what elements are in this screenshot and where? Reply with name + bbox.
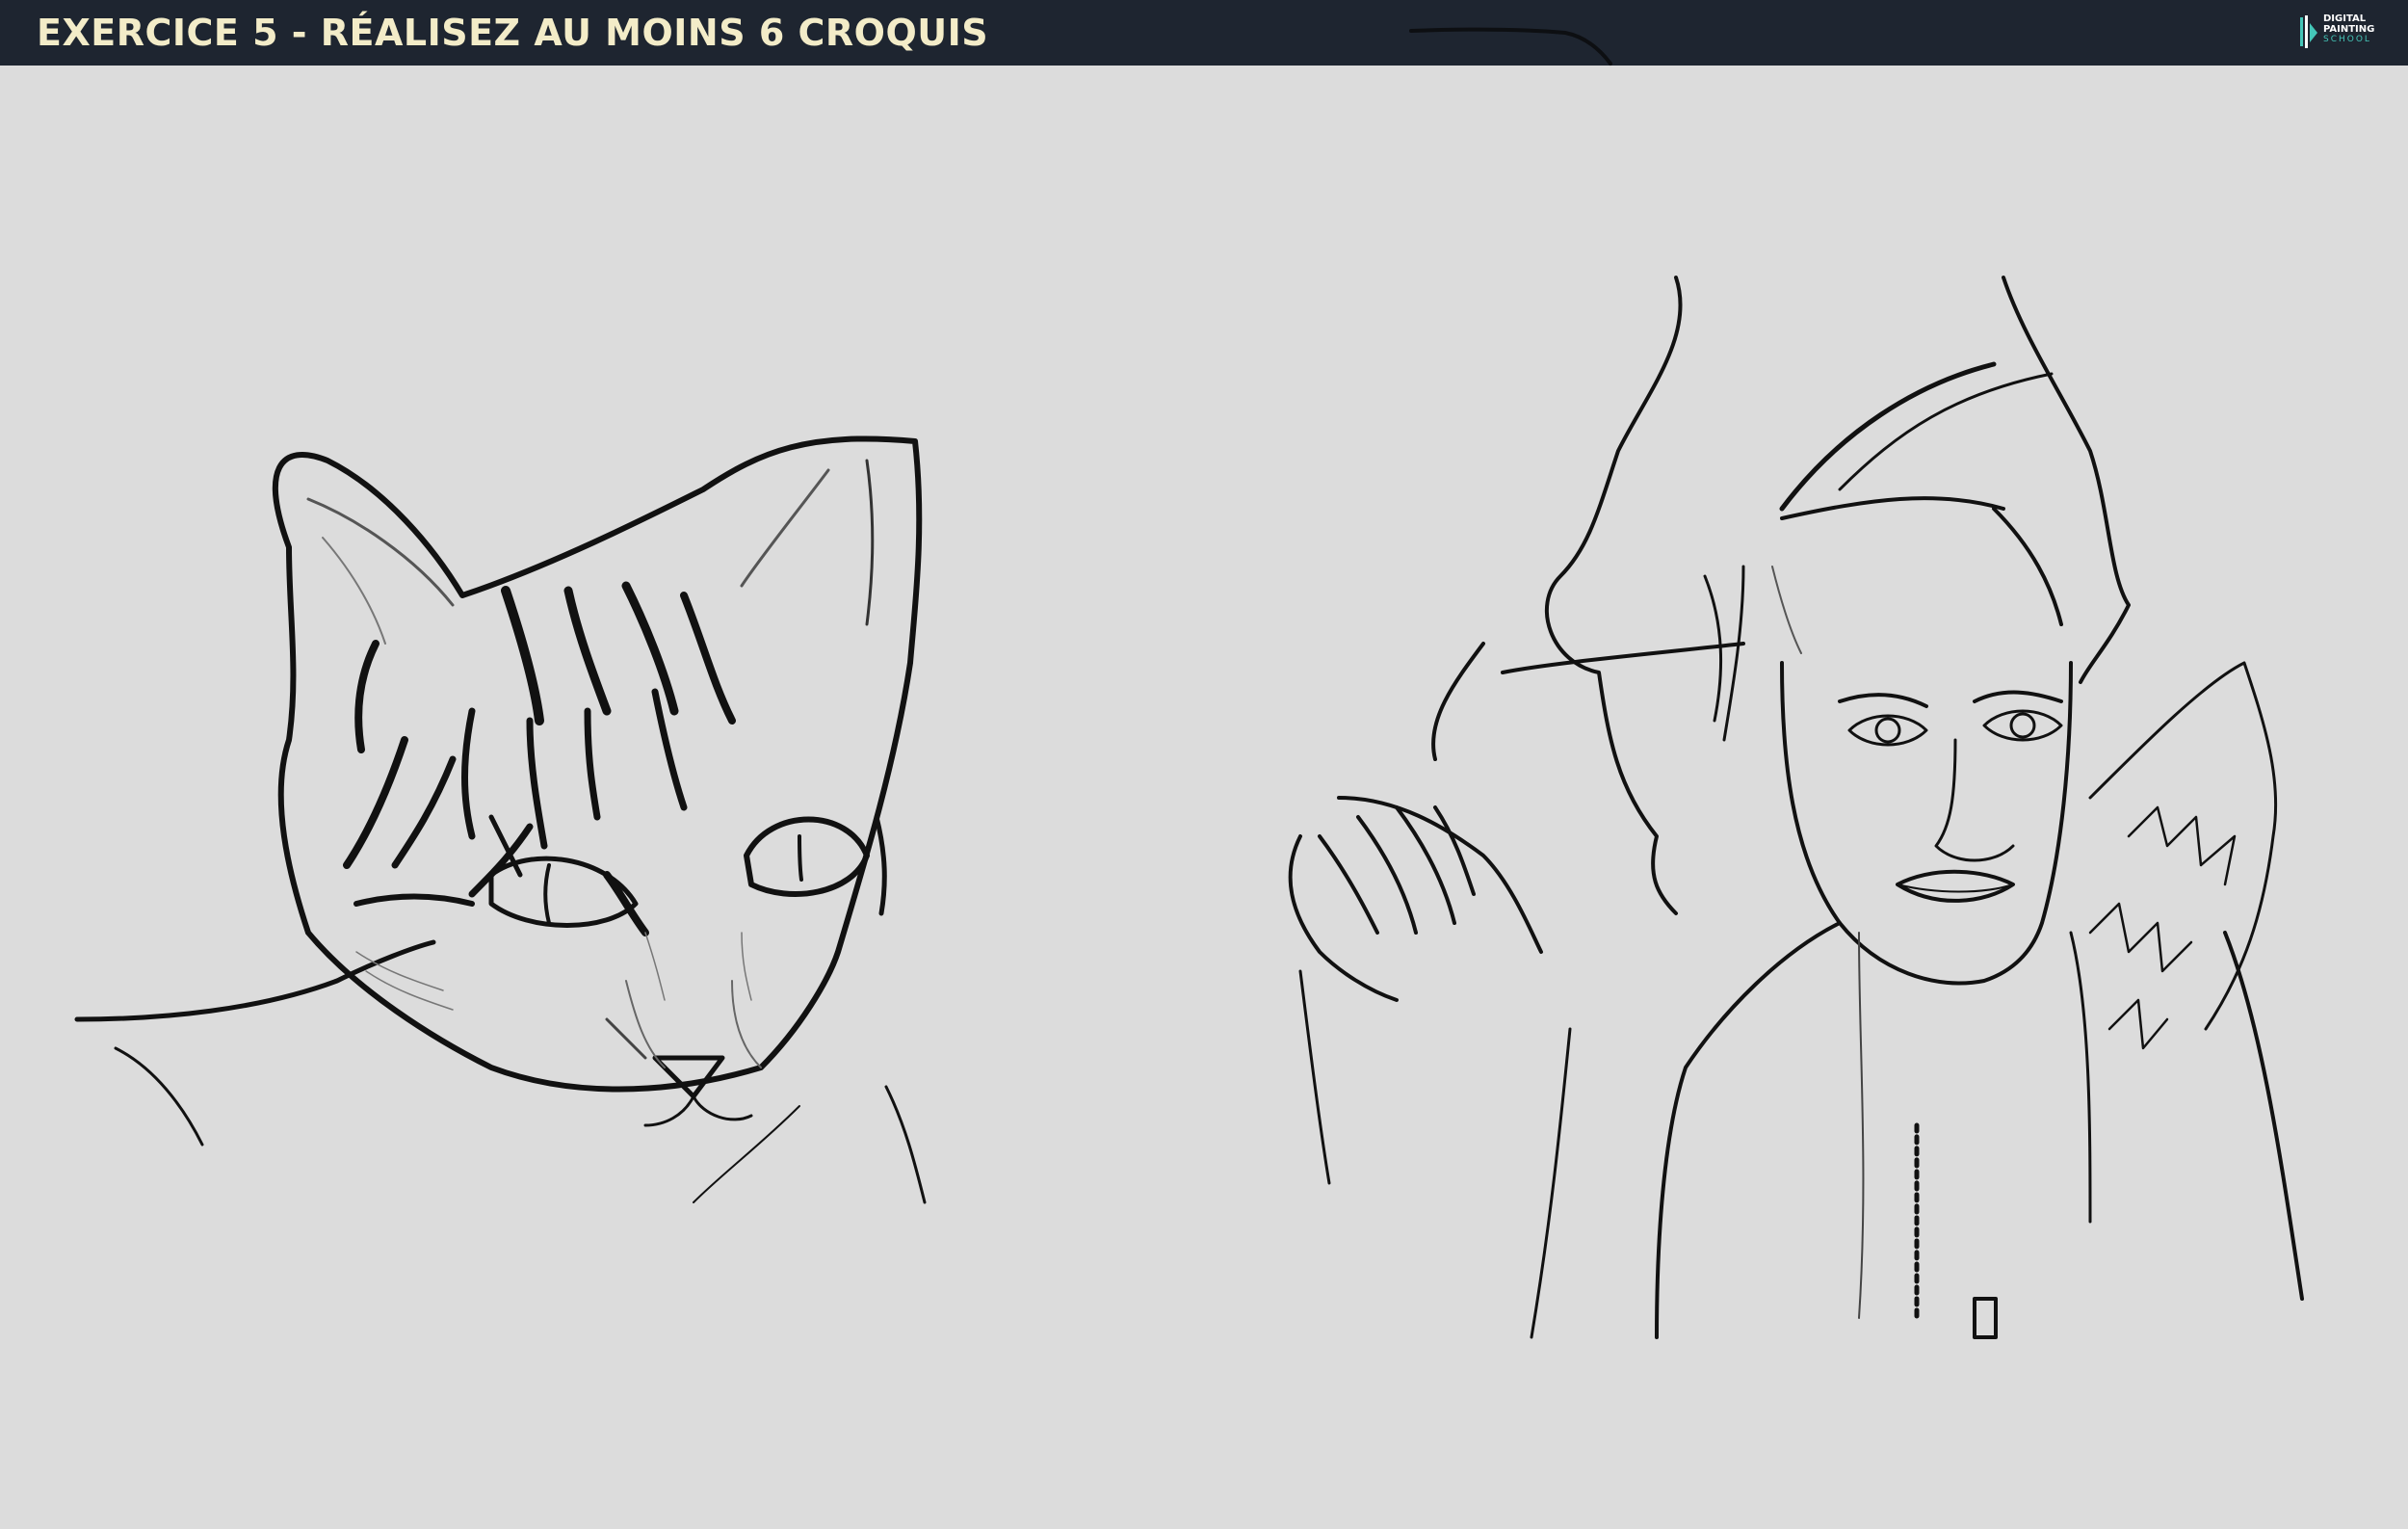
brush-logo-icon	[2300, 15, 2317, 48]
page: EXERCICE 5 - RÉALISEZ AU MOINS 6 CROQUIS…	[0, 0, 2408, 1529]
digital-painting-school-logo: DIGITAL PAINTING SCHOOL	[2298, 12, 2391, 54]
cat-sketch-icon	[74, 435, 927, 1204]
logo-text: DIGITAL PAINTING SCHOOL	[2323, 13, 2374, 45]
drawing-canvas	[0, 66, 2408, 1529]
header-bar: EXERCICE 5 - RÉALISEZ AU MOINS 6 CROQUIS…	[0, 0, 2408, 66]
logo-line-3: SCHOOL	[2323, 35, 2371, 44]
logo-line-2: PAINTING	[2323, 24, 2375, 35]
woman-sketch-icon	[1288, 276, 2304, 1339]
logo-line-1: DIGITAL	[2323, 13, 2367, 24]
page-title: EXERCICE 5 - RÉALISEZ AU MOINS 6 CROQUIS	[37, 12, 989, 54]
header-stroke-mark	[1409, 27, 1612, 66]
